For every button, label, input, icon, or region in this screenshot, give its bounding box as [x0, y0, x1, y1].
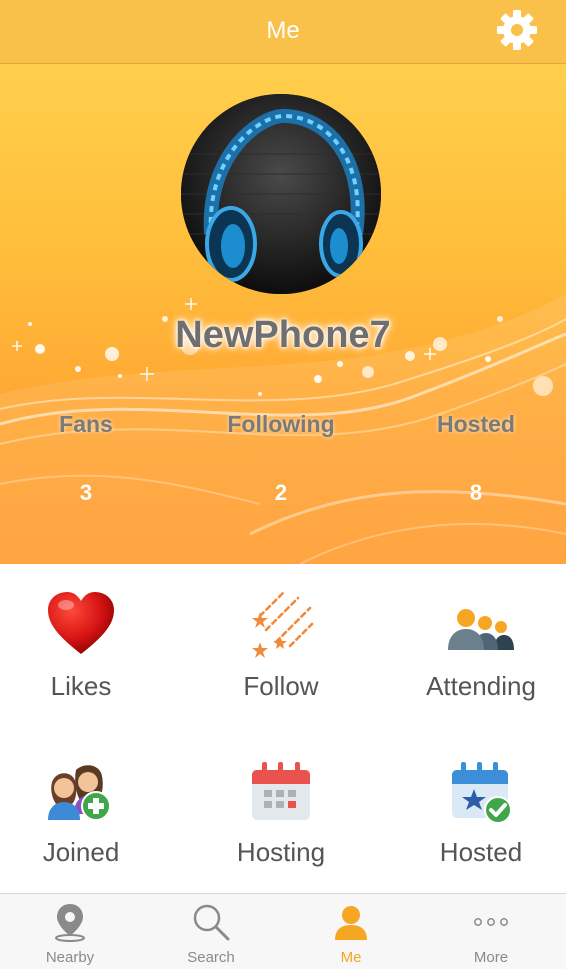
add-friends-icon [48, 765, 111, 821]
stat-label-fans: Fans [59, 411, 113, 437]
username: NewPhone7 [175, 314, 391, 356]
tab-me[interactable]: Me [281, 894, 421, 969]
likes-tile[interactable]: Likes [0, 570, 175, 730]
hosted-tile[interactable]: Hosted [387, 736, 566, 896]
search-icon [193, 904, 230, 941]
stat-value-following: 2 [274, 480, 288, 505]
joined-label: Joined [42, 837, 120, 867]
hosting-label: Hosting [236, 837, 326, 867]
calendar-icon [252, 762, 310, 820]
hosted-label: Hosted [439, 837, 523, 867]
stat-value-fans: 3 [79, 480, 93, 505]
tab-more[interactable]: More [421, 894, 561, 969]
joined-tile[interactable]: Joined [0, 736, 175, 896]
person-icon [335, 906, 367, 940]
tab-label-search: Search [187, 949, 235, 966]
calendar-star-check-icon [452, 762, 512, 824]
heart-icon [48, 592, 114, 654]
follow-label: Follow [243, 671, 319, 701]
page-title: Me [266, 17, 300, 44]
more-dots-icon [474, 918, 508, 926]
tab-label-nearby: Nearby [45, 949, 95, 966]
location-pin-icon [55, 904, 85, 942]
follow-tile[interactable]: Follow [187, 570, 375, 730]
shooting-stars-icon [252, 590, 314, 658]
hosting-tile[interactable]: Hosting [187, 736, 375, 896]
attending-tile[interactable]: Attending [387, 570, 566, 730]
tab-label-more: More [473, 949, 509, 966]
tab-search[interactable]: Search [141, 894, 281, 969]
navigation-bar: Me [0, 0, 566, 64]
profile-header: NewPhone7 Fans Following Hosted 3 2 8 [0, 64, 566, 564]
attending-label: Attending [426, 671, 536, 701]
group-people-icon [448, 609, 514, 650]
stat-label-following: Following [227, 411, 335, 437]
stat-value-hosted: 8 [469, 480, 483, 505]
stat-label-hosted: Hosted [437, 411, 515, 437]
tab-bar: Nearby Search Me More [0, 893, 566, 969]
gear-icon[interactable] [493, 6, 541, 54]
tab-nearby[interactable]: Nearby [0, 894, 140, 969]
avatar[interactable] [181, 94, 381, 294]
tab-label-me: Me [340, 949, 362, 966]
headphones-avatar-icon [181, 94, 381, 294]
likes-label: Likes [50, 671, 112, 701]
